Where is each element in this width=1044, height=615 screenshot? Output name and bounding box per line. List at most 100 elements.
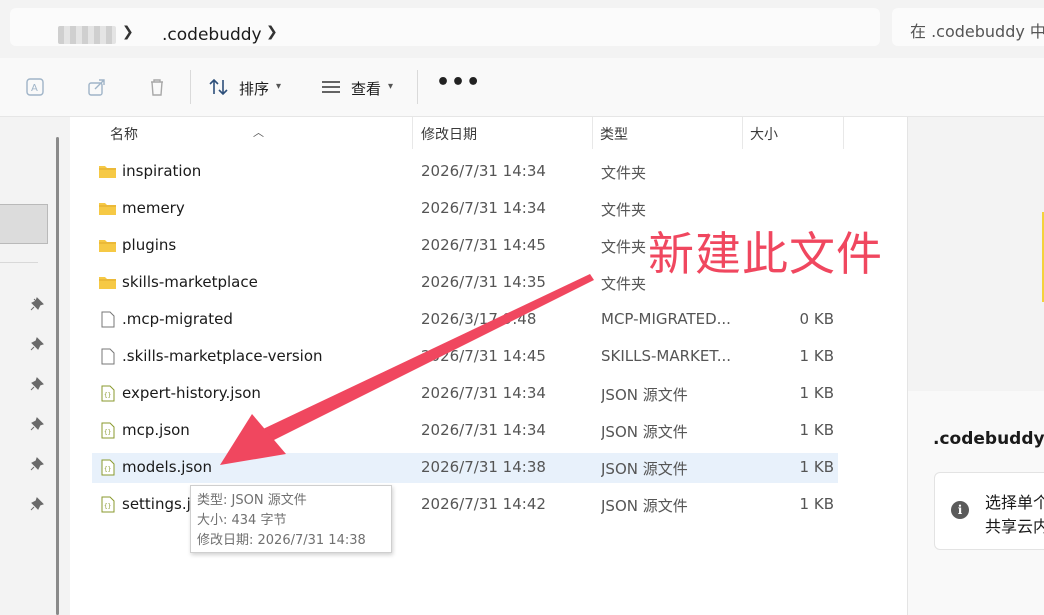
nav-item-selected[interactable]	[0, 204, 48, 244]
search-input[interactable]: 在 .codebuddy 中	[892, 8, 1044, 46]
chevron-down-icon[interactable]: ▾	[388, 81, 393, 92]
toolbar-divider	[190, 70, 191, 104]
file-date: 2026/7/31 14:35	[421, 273, 546, 291]
file-date: 2026/7/31 14:45	[421, 347, 546, 365]
file-type: 文件夹	[601, 201, 647, 219]
column-header-size[interactable]: 大小	[750, 124, 778, 144]
file-row[interactable]: {} expert-history.json 2026/7/31 14:34 J…	[92, 379, 838, 409]
address-bar-row: ❯ .codebuddy ❯ 在 .codebuddy 中	[0, 0, 1044, 56]
chevron-right-icon[interactable]: ❯	[122, 24, 134, 40]
column-header-row: ︿ 名称 修改日期 类型 大小	[70, 117, 907, 149]
info-icon: i	[951, 501, 969, 519]
file-name: inspiration	[122, 162, 202, 180]
details-info-card: i 选择单个 共享云内	[934, 472, 1044, 550]
file-name: .mcp-migrated	[122, 310, 233, 328]
column-header-type[interactable]: 类型	[600, 124, 628, 144]
tooltip-date: 修改日期: 2026/7/31 14:38	[197, 533, 366, 548]
annotation-text: 新建此文件	[648, 227, 883, 281]
column-header-name[interactable]: 名称	[110, 124, 138, 144]
info-text-line2: 共享云内	[985, 517, 1044, 536]
pin-icon[interactable]	[30, 297, 44, 311]
file-type: SKILLS-MARKET...	[601, 347, 732, 365]
file-size: 1 KB	[799, 384, 834, 402]
file-name: plugins	[122, 236, 177, 254]
file-name: skills-marketplace	[122, 273, 258, 291]
file-size: 1 KB	[799, 458, 834, 476]
json-file-icon: {}	[101, 496, 115, 513]
file-type: 文件夹	[601, 164, 647, 182]
file-name: models.json	[122, 458, 212, 476]
pin-icon[interactable]	[30, 417, 44, 431]
file-row-hovered[interactable]: {} models.json 2026/7/31 14:38 JSON 源文件 …	[92, 453, 838, 483]
json-file-icon: {}	[101, 385, 115, 402]
folder-icon	[99, 166, 116, 178]
file-icon	[101, 348, 115, 365]
file-type: JSON 源文件	[601, 460, 688, 478]
file-type: JSON 源文件	[601, 386, 688, 404]
sort-icon[interactable]	[208, 76, 230, 98]
file-size: 1 KB	[799, 347, 834, 365]
rename-icon[interactable]: A	[24, 76, 46, 98]
delete-icon[interactable]	[146, 76, 168, 98]
svg-text:{}: {}	[104, 392, 111, 399]
pin-icon[interactable]	[30, 377, 44, 391]
file-name: mcp.json	[122, 421, 190, 439]
folder-icon	[99, 277, 116, 289]
toolbar-divider	[417, 70, 418, 104]
navigation-pane	[0, 117, 60, 615]
breadcrumb-current[interactable]: .codebuddy	[162, 25, 262, 45]
file-size: 1 KB	[799, 495, 834, 513]
file-type: JSON 源文件	[601, 497, 688, 515]
column-divider[interactable]	[843, 117, 844, 149]
view-icon[interactable]	[320, 76, 342, 98]
file-name: expert-history.json	[122, 384, 261, 402]
file-name: .skills-marketplace-version	[122, 347, 323, 365]
svg-text:{}: {}	[104, 429, 111, 436]
pin-icon[interactable]	[30, 457, 44, 471]
pin-icon[interactable]	[30, 497, 44, 511]
share-icon[interactable]	[86, 76, 108, 98]
blurred-path-segment	[58, 26, 116, 44]
nav-divider	[0, 262, 38, 263]
file-date: 2026/7/31 14:45	[421, 236, 546, 254]
details-preview-area	[908, 117, 1044, 391]
file-icon	[101, 311, 115, 328]
chevron-down-icon[interactable]: ▾	[276, 81, 281, 92]
sort-button[interactable]: 排序	[239, 78, 269, 99]
column-divider[interactable]	[742, 117, 743, 149]
file-row[interactable]: .mcp-migrated 2026/3/17 9:48 MCP-MIGRATE…	[92, 305, 838, 335]
tooltip-size: 大小: 434 字节	[197, 513, 287, 528]
file-date: 2026/3/17 9:48	[421, 310, 537, 328]
address-bar[interactable]: ❯ .codebuddy ❯	[10, 8, 880, 46]
svg-text:{}: {}	[104, 466, 111, 473]
sort-ascending-icon: ︿	[253, 126, 264, 139]
file-row[interactable]: .skills-marketplace-version 2026/7/31 14…	[92, 342, 838, 372]
svg-text:{}: {}	[104, 503, 111, 510]
file-type: JSON 源文件	[601, 423, 688, 441]
nav-scrollbar[interactable]	[56, 137, 59, 615]
file-row[interactable]: {} mcp.json 2026/7/31 14:34 JSON 源文件 1 K…	[92, 416, 838, 446]
chevron-right-icon[interactable]: ❯	[266, 24, 278, 40]
view-button[interactable]: 查看	[351, 78, 381, 99]
pin-icon[interactable]	[30, 337, 44, 351]
file-name: memery	[122, 199, 185, 217]
more-options-button[interactable]: •••	[436, 70, 481, 95]
column-divider[interactable]	[412, 117, 413, 149]
file-size: 0 KB	[799, 310, 834, 328]
tooltip-type: 类型: JSON 源文件	[197, 493, 307, 508]
column-divider[interactable]	[592, 117, 593, 149]
column-header-date[interactable]: 修改日期	[421, 124, 477, 144]
file-date: 2026/7/31 14:34	[421, 384, 546, 402]
folder-icon	[99, 240, 116, 252]
file-date: 2026/7/31 14:34	[421, 162, 546, 180]
search-placeholder: 在 .codebuddy 中	[910, 22, 1044, 41]
folder-icon	[99, 203, 116, 215]
details-title: .codebuddy	[933, 429, 1044, 449]
file-tooltip: 类型: JSON 源文件 大小: 434 字节 修改日期: 2026/7/31 …	[190, 485, 392, 553]
file-type: MCP-MIGRATED...	[601, 310, 731, 328]
command-bar: A 排序 ▾ 查看 ▾ •••	[0, 58, 1044, 117]
info-text-line1: 选择单个	[985, 493, 1044, 512]
file-row[interactable]: inspiration 2026/7/31 14:34 文件夹	[92, 157, 838, 187]
details-pane: .codebuddy i 选择单个 共享云内	[907, 117, 1044, 615]
file-date: 2026/7/31 14:34	[421, 199, 546, 217]
